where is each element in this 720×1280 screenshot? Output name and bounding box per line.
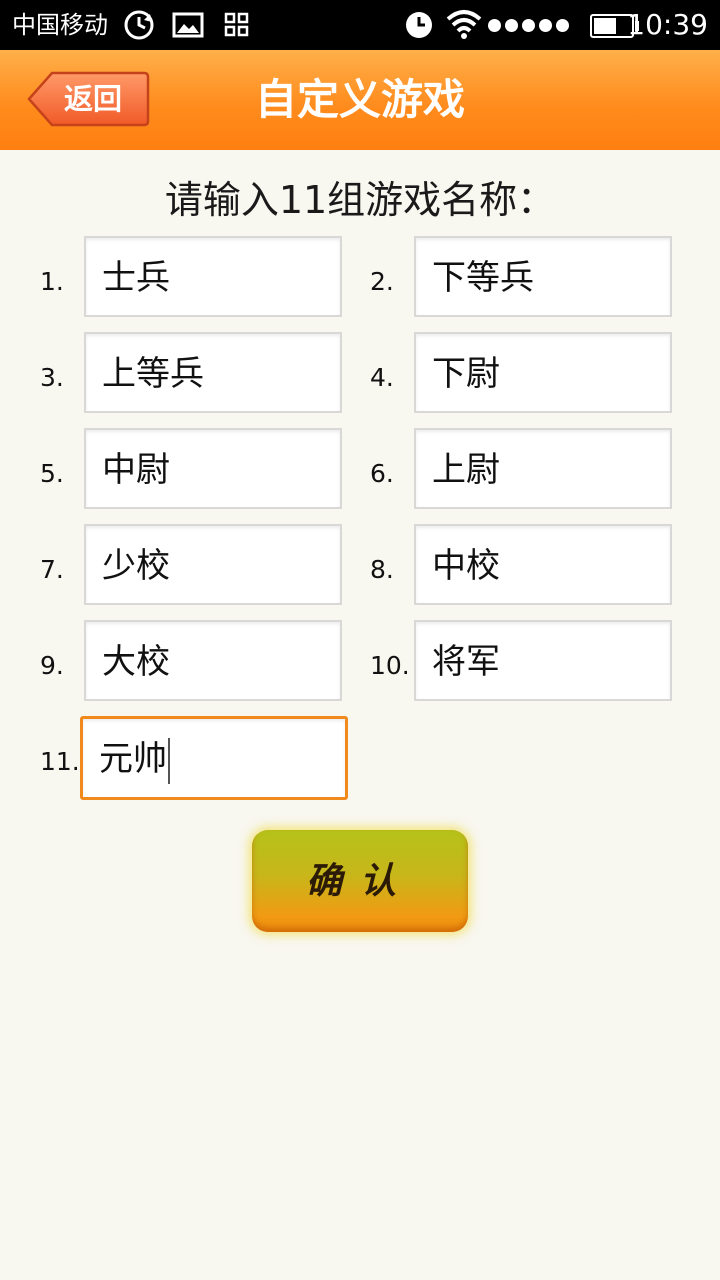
field-number: 3. xyxy=(40,363,64,392)
clock-icon xyxy=(404,10,434,44)
field-number: 11. xyxy=(40,747,80,776)
confirm-button-label: 确认 xyxy=(305,860,414,902)
signal-dots-icon xyxy=(488,17,573,36)
game-name-input[interactable]: 士兵 xyxy=(84,236,342,317)
grid-icon xyxy=(224,12,250,42)
clock-time: 10:39 xyxy=(627,8,708,41)
field-number: 1. xyxy=(40,267,64,296)
sync-icon xyxy=(122,10,156,44)
field-number: 6. xyxy=(370,459,394,488)
text-caret xyxy=(168,737,170,784)
field-number: 2. xyxy=(370,267,394,296)
game-name-input[interactable]: 中校 xyxy=(414,524,672,605)
game-name-input[interactable]: 中尉 xyxy=(84,428,342,509)
game-name-input[interactable]: 下等兵 xyxy=(414,236,672,317)
confirm-button[interactable]: 确认 xyxy=(252,830,468,932)
input-prompt: 请输入11组游戏名称： xyxy=(164,178,556,222)
field-number: 5. xyxy=(40,459,64,488)
field-number: 10. xyxy=(370,651,410,680)
wifi-icon xyxy=(446,8,482,44)
field-number: 8. xyxy=(370,555,394,584)
field-number: 4. xyxy=(370,363,394,392)
game-name-input[interactable]: 上等兵 xyxy=(84,332,342,413)
game-name-input[interactable]: 将军 xyxy=(414,620,672,701)
status-bar: 中国移动 10:39 xyxy=(0,0,720,50)
field-number: 9. xyxy=(40,651,64,680)
game-name-input[interactable]: 少校 xyxy=(84,524,342,605)
image-icon xyxy=(172,12,204,42)
field-number: 7. xyxy=(40,555,64,584)
game-name-input-focused[interactable]: 元帅 xyxy=(80,716,348,800)
app-header: 返回 自定义游戏 xyxy=(0,50,720,150)
game-name-input[interactable]: 大校 xyxy=(84,620,342,701)
game-name-input[interactable]: 上尉 xyxy=(414,428,672,509)
page-title: 自定义游戏 xyxy=(254,75,465,124)
game-name-input[interactable]: 下尉 xyxy=(414,332,672,413)
input-value: 元帅 xyxy=(99,739,167,779)
carrier-label: 中国移动 xyxy=(12,11,108,39)
